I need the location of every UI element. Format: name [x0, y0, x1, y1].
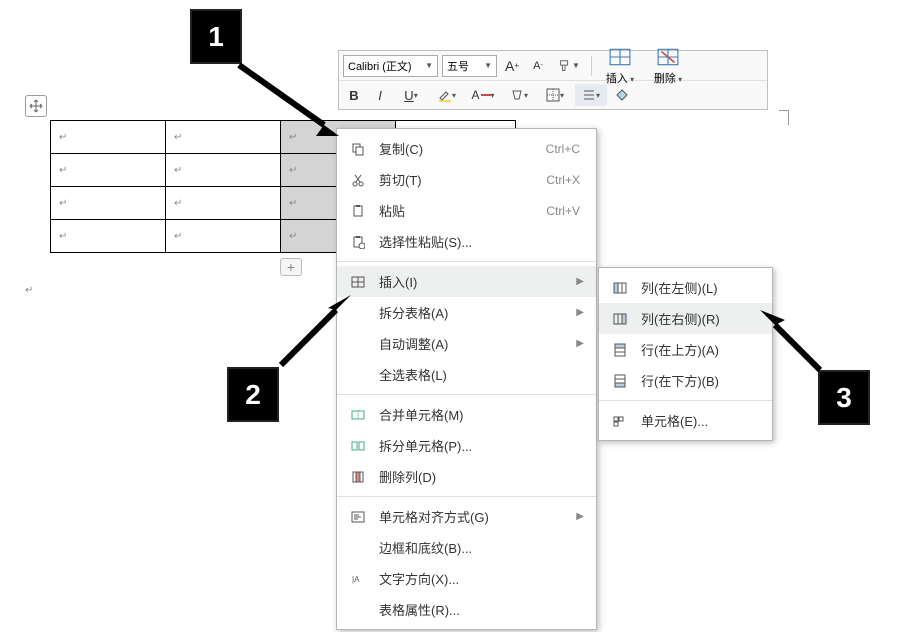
decrease-font-button[interactable]: A- — [527, 55, 549, 77]
insert-big-button[interactable]: 插入 ▾ — [598, 40, 642, 92]
context-menu: 复制(C)Ctrl+C 剪切(T)Ctrl+X 粘贴Ctrl+V 选择性粘贴(S… — [336, 128, 597, 630]
row-below-icon — [611, 374, 629, 388]
paste-icon — [349, 204, 367, 218]
menu-paste-special[interactable]: 选择性粘贴(S)... — [337, 226, 596, 257]
mini-toolbar: Calibri (正文)▼ 五号▼ A+ A- ▼ 插入 ▾ 删除 ▾ B I … — [338, 50, 768, 110]
delete-col-icon — [349, 470, 367, 484]
menu-paste[interactable]: 粘贴Ctrl+V — [337, 195, 596, 226]
menu-select-all-table[interactable]: 全选表格(L) — [337, 359, 596, 390]
menu-text-direction[interactable]: |A文字方向(X)... — [337, 563, 596, 594]
ruler-corner — [779, 110, 789, 125]
split-icon — [349, 439, 367, 453]
submenu-row-above[interactable]: 行(在上方)(A) — [599, 334, 772, 365]
callout-2: 2 — [227, 367, 279, 422]
arrow-2 — [276, 290, 356, 370]
clear-format-button[interactable]: ▾ — [503, 84, 535, 106]
font-color-button[interactable]: A▾ — [467, 84, 499, 106]
add-row-button[interactable]: + — [280, 258, 302, 276]
menu-split-table[interactable]: 拆分表格(A)▶ — [337, 297, 596, 328]
menu-delete-column[interactable]: 删除列(D) — [337, 461, 596, 492]
menu-insert[interactable]: 插入(I)▶ — [337, 266, 596, 297]
submenu-column-right[interactable]: 列(在右侧)(R) — [599, 303, 772, 334]
callout-1: 1 — [190, 9, 242, 64]
font-name-combo[interactable]: Calibri (正文)▼ — [343, 55, 438, 77]
svg-text:|A: |A — [352, 575, 360, 584]
borders-button[interactable]: ▾ — [539, 84, 571, 106]
arrow-1 — [234, 60, 344, 145]
cell-align-icon — [349, 510, 367, 524]
cut-icon — [349, 173, 367, 187]
format-brush-button[interactable]: ▼ — [553, 55, 585, 77]
col-left-icon — [611, 281, 629, 295]
arrow-3 — [760, 310, 830, 380]
menu-borders-shading[interactable]: 边框和底纹(B)... — [337, 532, 596, 563]
font-size-combo[interactable]: 五号▼ — [442, 55, 497, 77]
insert-icon — [349, 275, 367, 289]
menu-autofit[interactable]: 自动调整(A)▶ — [337, 328, 596, 359]
highlight-button[interactable]: ▾ — [431, 84, 463, 106]
menu-cut[interactable]: 剪切(T)Ctrl+X — [337, 164, 596, 195]
text-dir-icon: |A — [349, 572, 367, 586]
menu-split-cells[interactable]: 拆分单元格(P)... — [337, 430, 596, 461]
underline-button[interactable]: U ▾ — [395, 84, 427, 106]
submenu-row-below[interactable]: 行(在下方)(B) — [599, 365, 772, 396]
paragraph-mark: ↵ — [25, 285, 33, 296]
menu-cell-align[interactable]: 单元格对齐方式(G)▶ — [337, 501, 596, 532]
insert-submenu: 列(在左侧)(L) 列(在右侧)(R) 行(在上方)(A) 行(在下方)(B) … — [598, 267, 773, 441]
table-move-handle[interactable] — [25, 95, 47, 117]
col-right-icon — [611, 312, 629, 326]
cells-icon — [611, 414, 629, 428]
increase-font-button[interactable]: A+ — [501, 55, 523, 77]
submenu-cells[interactable]: 单元格(E)... — [599, 405, 772, 436]
submenu-column-left[interactable]: 列(在左侧)(L) — [599, 272, 772, 303]
menu-copy[interactable]: 复制(C)Ctrl+C — [337, 133, 596, 164]
bold-button[interactable]: B — [343, 84, 365, 106]
copy-icon — [349, 142, 367, 156]
menu-table-props[interactable]: 表格属性(R)... — [337, 594, 596, 625]
merge-icon — [349, 408, 367, 422]
italic-button[interactable]: I — [369, 84, 391, 106]
menu-merge-cells[interactable]: 合并单元格(M) — [337, 399, 596, 430]
row-above-icon — [611, 343, 629, 357]
paste-special-icon — [349, 235, 367, 249]
